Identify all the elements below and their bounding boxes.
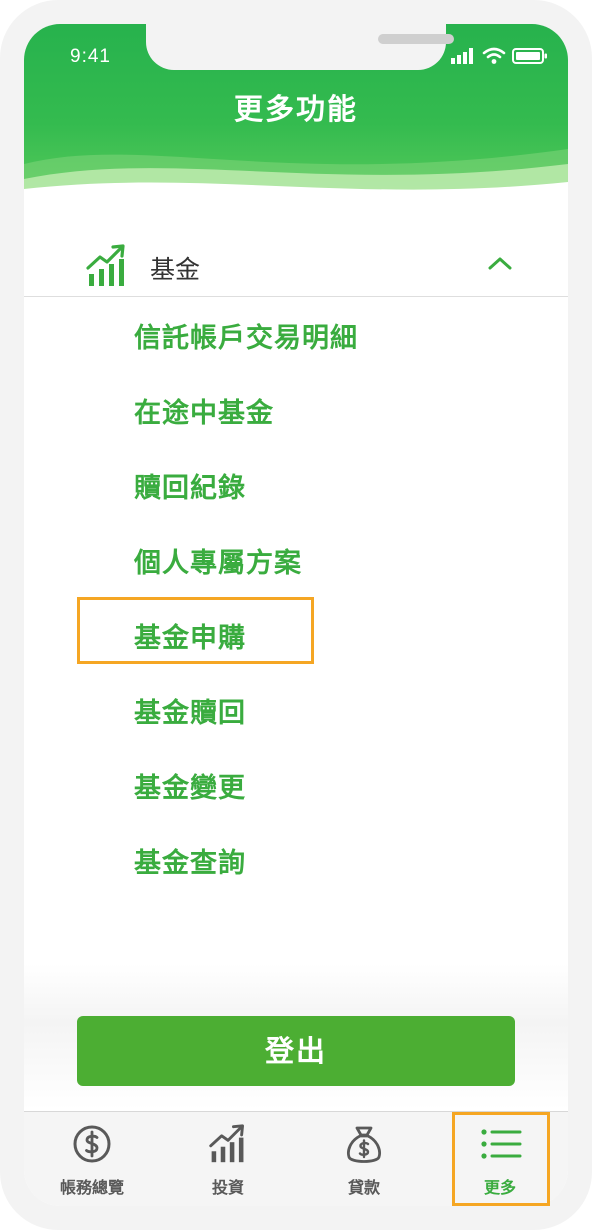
trending-up-icon [209,1124,244,1163]
app-screen: 9:41 更多功能 基金 信託帳戶交易明細 在途中基金 贖回紀錄 個人專屬方案 … [24,24,568,1206]
menu-item-personal-plan[interactable]: 個人專屬方案 [134,541,302,581]
money-bag-icon [347,1126,381,1163]
tab-label-account-overview: 帳務總覽 [59,1178,124,1197]
fund-section-header[interactable]: 基金 [24,214,568,297]
menu-item-fund-change[interactable]: 基金變更 [134,766,246,806]
wifi-icon [482,47,506,64]
logout-button[interactable]: 登出 [77,1016,515,1086]
device-notch [146,24,454,70]
header-wave-decoration [24,149,568,190]
menu-item-trust-account-transactions[interactable]: 信託帳戶交易明細 [134,316,358,356]
chevron-up-icon[interactable] [488,256,512,270]
tab-label-loan: 貸款 [347,1178,380,1197]
signal-icon [451,48,473,64]
tab-investment[interactable]: 投資 [160,1112,296,1206]
tab-account-overview[interactable]: 帳務總覽 [24,1112,160,1206]
speaker-grille [378,34,454,44]
dollar-circle-icon [73,1125,111,1163]
page-title: 更多功能 [233,92,358,126]
section-title: 基金 [150,255,201,284]
tab-loan[interactable]: 貸款 [296,1112,432,1206]
menu-item-fund-redemption[interactable]: 基金贖回 [134,691,246,731]
menu-item-funds-in-transit[interactable]: 在途中基金 [134,391,274,431]
status-time: 9:41 [70,46,111,67]
fund-subscription-highlight [77,597,314,664]
status-icons [450,44,548,68]
app-header: 9:41 更多功能 [24,24,568,190]
battery-icon [512,48,547,64]
trending-up-icon [86,244,125,286]
menu-item-fund-query[interactable]: 基金查詢 [134,841,246,881]
tab-label-investment: 投資 [211,1178,244,1197]
menu-item-redemption-records[interactable]: 贖回紀錄 [134,466,246,506]
more-tab-highlight [452,1112,550,1206]
